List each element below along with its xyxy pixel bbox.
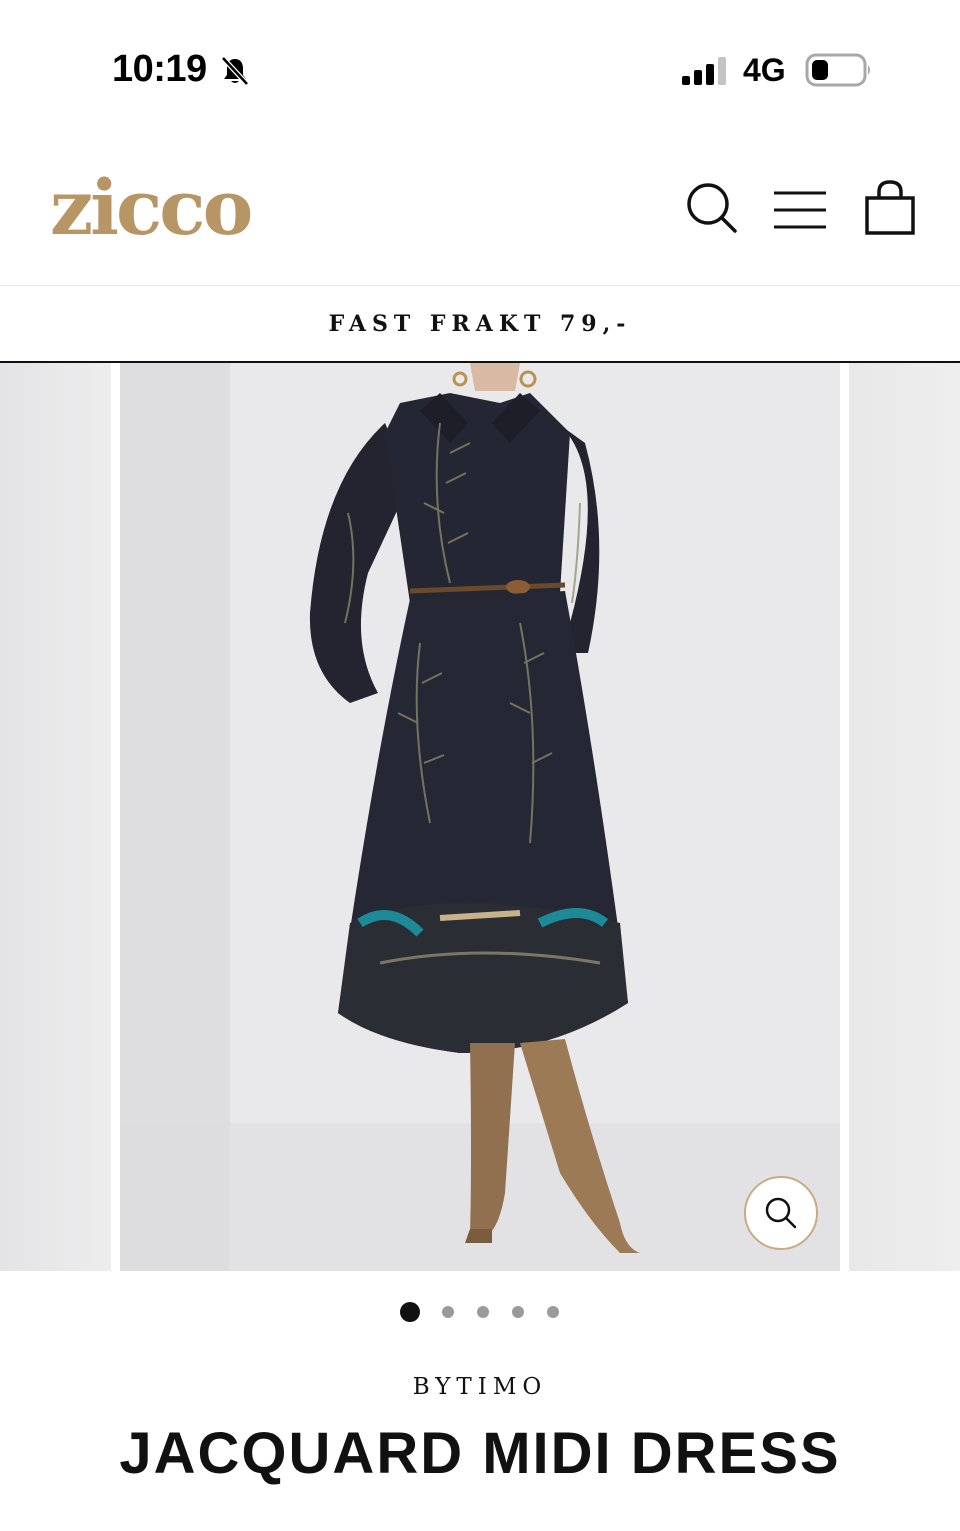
site-logo[interactable]: zicco — [50, 170, 253, 246]
gallery-slide-next[interactable] — [849, 363, 960, 1271]
gallery-dot[interactable] — [477, 1306, 489, 1318]
gallery-dot[interactable] — [512, 1306, 524, 1318]
product-gallery[interactable] — [0, 363, 960, 1271]
network-type: 4G — [743, 52, 786, 88]
site-header: zicco — [0, 140, 960, 286]
gallery-dot[interactable] — [547, 1306, 559, 1318]
status-bar: 10:19 4G — [0, 0, 960, 140]
menu-button[interactable] — [772, 180, 828, 236]
zoom-icon — [765, 1197, 797, 1229]
status-time: 10:19 — [112, 48, 207, 90]
bell-off-icon — [221, 56, 249, 86]
product-vendor[interactable]: BYTIMO — [0, 1374, 960, 1400]
battery-icon — [805, 53, 870, 87]
cart-button[interactable] — [862, 180, 918, 236]
zoom-button[interactable] — [744, 1176, 818, 1250]
gallery-dot[interactable] — [442, 1306, 454, 1318]
menu-icon — [774, 191, 826, 229]
signal-icon — [682, 57, 726, 85]
search-icon — [687, 183, 737, 233]
announcement-bar: FAST FRAKT 79,- — [0, 286, 960, 363]
cart-icon — [865, 180, 915, 235]
gallery-slide-previous[interactable] — [0, 363, 111, 1271]
product-image — [120, 363, 840, 1271]
gallery-dot[interactable] — [400, 1302, 420, 1322]
gallery-pagination — [0, 1301, 960, 1323]
search-button[interactable] — [684, 180, 740, 236]
gallery-slide-main[interactable] — [120, 363, 840, 1271]
announcement-text: FAST FRAKT 79,- — [328, 310, 632, 337]
product-title: JACQUARD MIDI DRESS — [119, 1421, 841, 1486]
